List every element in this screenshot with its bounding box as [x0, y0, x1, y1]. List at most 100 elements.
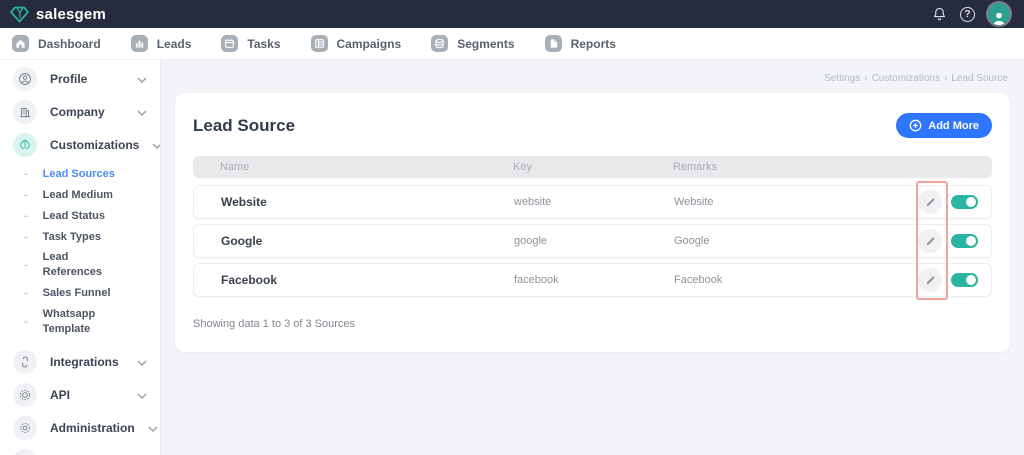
breadcrumb-separator: › — [943, 73, 948, 84]
topbar-actions: ? — [932, 3, 1010, 25]
submenu-label: Sales Funnel — [42, 287, 111, 300]
column-header-remarks: Remarks — [673, 161, 718, 173]
nav-item-leads[interactable]: Leads — [130, 35, 192, 52]
submenu-dash: - — [24, 259, 28, 272]
module-navbar: Dashboard Leads Tasks Campaigns Segments… — [0, 28, 1024, 60]
layers-icon — [431, 35, 449, 52]
cell-name: Facebook — [221, 273, 278, 287]
sidebar-item-billing[interactable]: Billing — [0, 445, 160, 455]
nav-label: Dashboard — [38, 36, 101, 51]
customizations-submenu: - Lead Sources - Lead Medium - Lead Stat… — [0, 161, 160, 346]
chevron-down-icon — [148, 419, 158, 437]
nav-label: Tasks — [247, 36, 281, 51]
sidebar-item-label: Profile — [50, 71, 88, 86]
cell-key: google — [514, 235, 548, 247]
nav-label: Leads — [156, 36, 192, 51]
nav-label: Campaigns — [336, 36, 402, 51]
edit-pencil-icon[interactable] — [918, 229, 942, 253]
calendar-icon — [221, 35, 239, 52]
submenu-label: Task Types — [42, 230, 101, 243]
table-row-website: Website website Website — [193, 185, 992, 219]
topbar: salesgem ? — [0, 0, 1024, 28]
file-icon — [544, 35, 562, 52]
cell-name: Website — [221, 195, 267, 209]
sidebar-subitem-lead-status[interactable]: - Lead Status — [0, 206, 160, 227]
submenu-label: Lead References — [42, 251, 102, 279]
plus-circle-icon — [909, 119, 922, 132]
cell-name: Google — [221, 234, 263, 248]
column-header-name: Name — [220, 161, 250, 173]
sidebar-item-label: Administration — [50, 421, 135, 436]
submenu-label: Lead Sources — [42, 168, 115, 180]
sidebar-item-customizations[interactable]: Customizations — [0, 128, 160, 161]
api-gear-icon — [13, 383, 37, 408]
avatar[interactable] — [988, 3, 1010, 25]
grid-icon — [310, 35, 328, 52]
cell-remarks: Website — [674, 196, 714, 208]
sidebar-subitem-sales-funnel[interactable]: - Sales Funnel — [0, 283, 160, 304]
sidebar-subitem-lead-references[interactable]: - Lead References — [0, 247, 160, 283]
cell-remarks: Google — [674, 235, 710, 247]
home-icon — [12, 35, 29, 52]
user-icon — [13, 66, 37, 91]
enabled-toggle[interactable] — [951, 234, 978, 248]
sidebar-subitem-whatsapp-template[interactable]: - Whatsapp Template — [0, 304, 160, 340]
nav-label: Reports — [570, 36, 616, 51]
enabled-toggle[interactable] — [951, 195, 978, 209]
nav-item-reports[interactable]: Reports — [544, 35, 616, 52]
submenu-dash: - — [24, 210, 28, 223]
table-row-facebook: Facebook facebook Facebook — [193, 263, 992, 297]
bar-chart-icon — [130, 35, 148, 52]
gear-icon — [13, 416, 37, 441]
sidebar-subitem-task-types[interactable]: - Task Types — [0, 227, 160, 248]
breadcrumb-current: Lead Source — [951, 73, 1008, 84]
enabled-toggle[interactable] — [951, 273, 978, 287]
table-body: Website website Website Google google Go… — [193, 181, 992, 300]
add-more-button[interactable]: Add More — [896, 113, 992, 138]
sidebar-subitem-lead-sources[interactable]: - Lead Sources — [0, 164, 160, 185]
sidebar-item-label: Integrations — [50, 355, 119, 370]
chevron-down-icon — [137, 103, 147, 121]
breadcrumb-separator: › — [864, 73, 868, 84]
bell-icon[interactable] — [932, 6, 947, 22]
edit-pencil-icon[interactable] — [918, 190, 942, 214]
building-icon — [13, 99, 37, 124]
chevron-down-icon — [137, 70, 147, 88]
submenu-dash: - — [24, 189, 28, 202]
brain-icon — [13, 132, 37, 157]
nav-item-segments[interactable]: Segments — [431, 35, 515, 52]
column-header-key: Key — [513, 161, 532, 173]
sidebar-item-administration[interactable]: Administration — [0, 412, 160, 445]
gem-logo-icon — [10, 6, 29, 23]
sidebar-subitem-lead-medium[interactable]: - Lead Medium — [0, 185, 160, 206]
nav-item-campaigns[interactable]: Campaigns — [310, 35, 402, 52]
receipt-icon — [13, 449, 37, 455]
main-content: Settings › Customizations › Lead Source Lead… — [161, 60, 1024, 455]
submenu-dash: - — [24, 230, 28, 243]
hook-icon — [13, 350, 37, 375]
chevron-down-icon — [152, 136, 160, 154]
help-icon[interactable]: ? — [960, 6, 975, 22]
chevron-down-icon — [137, 386, 147, 404]
breadcrumb-settings[interactable]: Settings — [824, 73, 860, 84]
sidebar-item-integrations[interactable]: Integrations — [0, 346, 160, 379]
nav-item-tasks[interactable]: Tasks — [221, 35, 281, 52]
submenu-dash: - — [24, 287, 28, 300]
breadcrumb-customizations[interactable]: Customizations — [872, 73, 940, 84]
sidebar-item-profile[interactable]: Profile — [0, 62, 160, 95]
nav-item-dashboard[interactable]: Dashboard — [12, 35, 101, 52]
page-title: Lead Source — [193, 115, 296, 135]
sidebar-item-api[interactable]: API — [0, 379, 160, 412]
sidebar-item-company[interactable]: Company — [0, 95, 160, 128]
submenu-label: Whatsapp Template — [42, 307, 96, 335]
table-summary: Showing data 1 to 3 of 3 Sources — [193, 318, 356, 330]
cell-remarks: Facebook — [674, 274, 723, 286]
edit-pencil-icon[interactable] — [918, 268, 942, 292]
nav-label: Segments — [457, 36, 515, 51]
cell-key: facebook — [514, 274, 559, 286]
submenu-label: Lead Medium — [42, 188, 113, 201]
add-more-label: Add More — [928, 119, 979, 132]
app-logo[interactable]: salesgem — [10, 6, 106, 23]
submenu-dash: - — [24, 315, 28, 328]
sidebar-item-label: Company — [50, 104, 105, 119]
